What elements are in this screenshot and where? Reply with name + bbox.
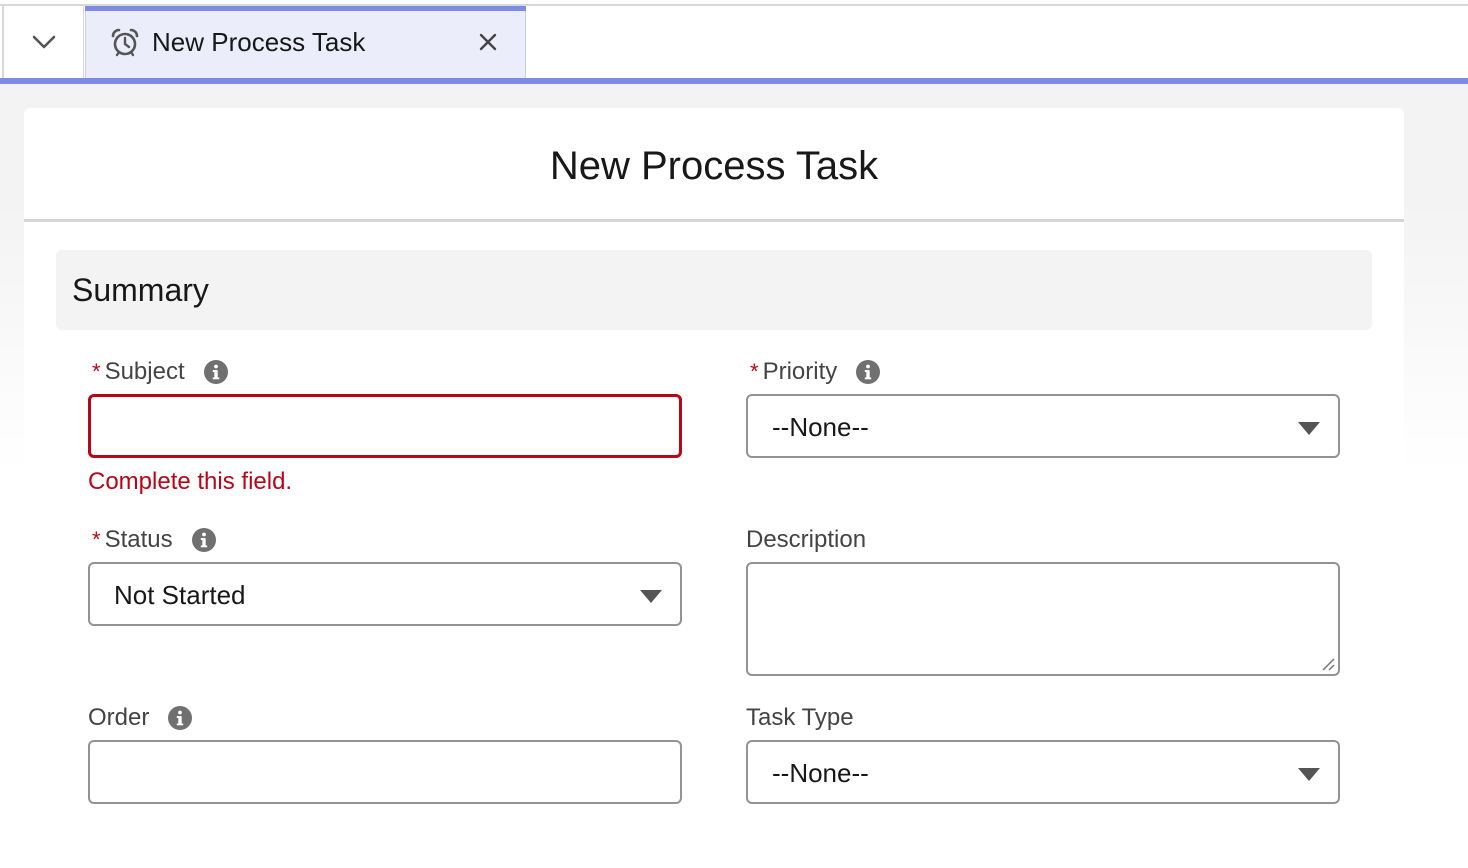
subject-label-group: * Subject xyxy=(92,358,229,386)
task-type-select[interactable]: --None-- xyxy=(746,740,1340,804)
subject-error-message: Complete this field. xyxy=(88,468,293,495)
description-label: Description xyxy=(746,526,867,553)
task-type-label: Task Type xyxy=(746,704,854,731)
priority-selected-value: --None-- xyxy=(772,412,869,442)
order-input[interactable] xyxy=(88,740,682,804)
info-icon[interactable] xyxy=(167,705,193,731)
tab-new-process-task[interactable]: New Process Task xyxy=(85,6,526,78)
tab-bar: New Process Task xyxy=(0,0,1468,84)
nav-menu-toggle-button[interactable] xyxy=(2,6,84,78)
info-icon[interactable] xyxy=(203,359,229,385)
section-header-summary[interactable]: Summary xyxy=(56,250,1372,330)
description-textarea[interactable] xyxy=(746,562,1340,676)
caret-down-icon xyxy=(640,590,662,603)
resize-handle-icon[interactable] xyxy=(1320,656,1336,672)
tab-active-indicator xyxy=(85,6,526,11)
required-asterisk: * xyxy=(750,359,759,384)
alarm-clock-icon xyxy=(111,28,139,57)
status-label: Status xyxy=(104,526,173,553)
required-asterisk: * xyxy=(92,359,101,384)
priority-label-group: * Priority xyxy=(750,358,881,386)
task-type-label-group: Task Type xyxy=(746,704,854,732)
subject-input[interactable] xyxy=(88,394,682,458)
close-icon[interactable] xyxy=(476,30,500,54)
caret-down-icon xyxy=(1298,768,1320,781)
modal-header: New Process Task xyxy=(24,108,1404,222)
status-selected-value: Not Started xyxy=(114,580,246,610)
tab-label: New Process Task xyxy=(152,27,366,57)
record-create-modal: New Process Task Summary * Subject Compl… xyxy=(24,108,1404,868)
info-icon[interactable] xyxy=(855,359,881,385)
priority-select[interactable]: --None-- xyxy=(746,394,1340,458)
modal-title: New Process Task xyxy=(549,144,879,188)
order-label-group: Order xyxy=(88,704,193,732)
status-select[interactable]: Not Started xyxy=(88,562,682,626)
subject-label: Subject xyxy=(104,358,185,385)
required-asterisk: * xyxy=(92,527,101,552)
caret-down-icon xyxy=(1298,422,1320,435)
task-type-selected-value: --None-- xyxy=(772,758,869,788)
info-icon[interactable] xyxy=(191,527,217,553)
priority-label: Priority xyxy=(762,358,838,385)
status-label-group: * Status xyxy=(92,526,217,554)
description-label-group: Description xyxy=(746,526,866,554)
section-title: Summary xyxy=(72,272,209,308)
chevron-down-icon xyxy=(32,35,55,49)
order-label: Order xyxy=(88,704,150,731)
